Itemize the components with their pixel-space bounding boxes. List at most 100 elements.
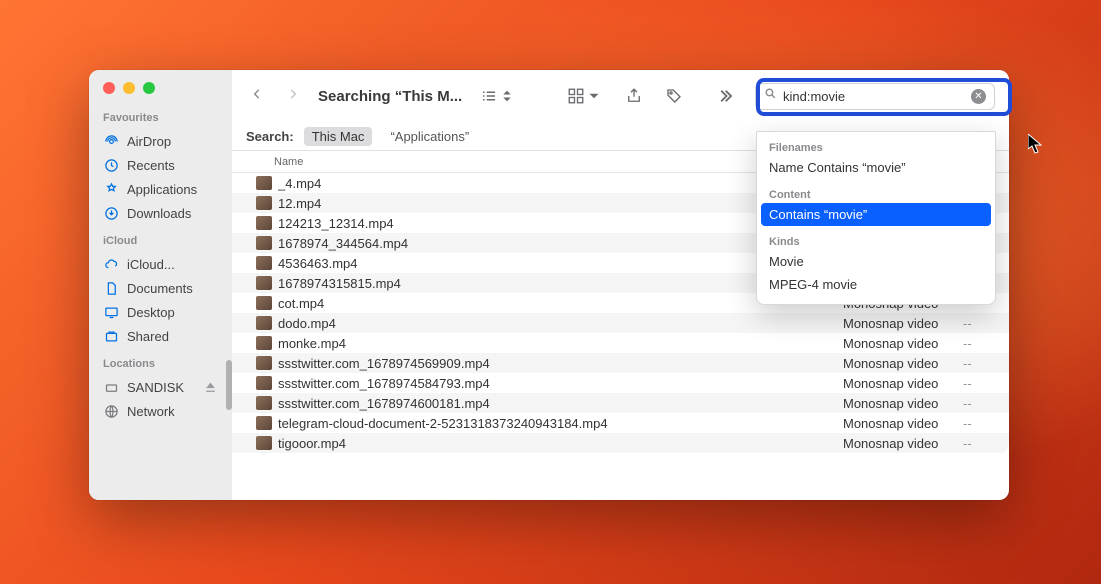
window-title: Searching “This M... (318, 88, 462, 105)
file-name: dodo.mp4 (278, 316, 835, 331)
file-name: 124213_12314.mp4 (278, 216, 835, 231)
search-field[interactable]: ✕ (755, 83, 995, 110)
forward-button[interactable] (282, 85, 304, 108)
search-label: Search: (246, 129, 294, 144)
file-name: tigooor.mp4 (278, 436, 835, 451)
cloud-icon (103, 256, 119, 272)
file-thumbnail-icon (256, 416, 272, 430)
file-row[interactable]: dodo.mp4Monosnap video-- (232, 313, 1009, 333)
file-size: -- (955, 356, 1009, 371)
file-thumbnail-icon (256, 376, 272, 390)
sidebar-item-icloud[interactable]: iCloud... (89, 252, 232, 276)
suggest-item-selected[interactable]: Contains “movie” (761, 203, 991, 226)
toolbar: Searching “This M... ✕ Filenames Name Co… (232, 70, 1009, 122)
file-thumbnail-icon (256, 216, 272, 230)
search-wrapper: ✕ Filenames Name Contains “movie” Conten… (755, 83, 995, 110)
file-name: _4.mp4 (278, 176, 835, 191)
file-thumbnail-icon (256, 276, 272, 290)
sidebar-item-applications[interactable]: Applications (89, 177, 232, 201)
close-button[interactable] (103, 82, 115, 94)
group-icon[interactable] (563, 87, 607, 105)
suggest-item[interactable]: Name Contains “movie” (757, 156, 995, 179)
download-icon (103, 205, 119, 221)
sidebar-item-shared[interactable]: Shared (89, 324, 232, 348)
eject-icon[interactable] (202, 379, 218, 395)
file-size: -- (955, 396, 1009, 411)
file-row[interactable]: ssstwitter.com_1678974569909.mp4Monosnap… (232, 353, 1009, 373)
main-area: Searching “This M... ✕ Filenames Name Co… (232, 70, 1009, 500)
finder-window: Favourites AirDrop Recents Applications … (89, 70, 1009, 500)
column-name[interactable]: Name (232, 156, 835, 168)
file-size: -- (955, 316, 1009, 331)
file-thumbnail-icon (256, 176, 272, 190)
search-input[interactable] (783, 89, 965, 104)
file-kind: Monosnap video (835, 336, 955, 351)
sidebar-item-label: AirDrop (127, 134, 171, 149)
suggest-item[interactable]: MPEG-4 movie (757, 273, 995, 296)
sidebar-item-network[interactable]: Network (89, 399, 232, 423)
apps-icon (103, 181, 119, 197)
tag-icon[interactable] (661, 87, 687, 105)
sidebar-item-sandisk[interactable]: SANDISK (89, 375, 232, 399)
sidebar-section-favourites: Favourites (89, 112, 232, 129)
view-list-icon[interactable] (476, 87, 520, 105)
suggest-item[interactable]: Movie (757, 250, 995, 273)
suggest-group-kinds: Kinds (757, 232, 995, 250)
clear-icon[interactable]: ✕ (971, 89, 986, 104)
file-row[interactable]: telegram-cloud-document-2-52313183732409… (232, 413, 1009, 433)
sidebar-item-desktop[interactable]: Desktop (89, 300, 232, 324)
sidebar-item-label: Applications (127, 182, 197, 197)
desktop-icon (103, 304, 119, 320)
file-thumbnail-icon (256, 396, 272, 410)
file-kind: Monosnap video (835, 316, 955, 331)
file-name: 12.mp4 (278, 196, 835, 211)
sidebar-item-airdrop[interactable]: AirDrop (89, 129, 232, 153)
more-icon[interactable] (715, 87, 741, 105)
sidebar-item-label: Network (127, 404, 175, 419)
window-controls (89, 82, 232, 112)
file-size: -- (955, 436, 1009, 451)
sidebar-item-label: iCloud... (127, 257, 175, 272)
file-thumbnail-icon (256, 296, 272, 310)
file-name: ssstwitter.com_1678974600181.mp4 (278, 396, 835, 411)
file-thumbnail-icon (256, 356, 272, 370)
search-icon (764, 87, 777, 105)
sidebar-item-label: Desktop (127, 305, 175, 320)
sidebar-item-documents[interactable]: Documents (89, 276, 232, 300)
file-name: 1678974315815.mp4 (278, 276, 835, 291)
file-row[interactable]: monke.mp4Monosnap video-- (232, 333, 1009, 353)
suggest-group-content: Content (757, 185, 995, 203)
scope-applications[interactable]: “Applications” (382, 127, 477, 146)
file-row[interactable]: ssstwitter.com_1678974584793.mp4Monosnap… (232, 373, 1009, 393)
scope-this-mac[interactable]: This Mac (304, 127, 373, 146)
sidebar-item-downloads[interactable]: Downloads (89, 201, 232, 225)
file-row[interactable]: tigooor.mp4Monosnap video-- (232, 433, 1009, 453)
clock-icon (103, 157, 119, 173)
sidebar-section-locations: Locations (89, 358, 232, 375)
doc-icon (103, 280, 119, 296)
file-name: monke.mp4 (278, 336, 835, 351)
file-kind: Monosnap video (835, 356, 955, 371)
share-icon[interactable] (621, 87, 647, 105)
search-suggestions: Filenames Name Contains “movie” Content … (756, 131, 996, 305)
file-kind: Monosnap video (835, 436, 955, 451)
back-button[interactable] (246, 85, 268, 108)
minimize-button[interactable] (123, 82, 135, 94)
file-thumbnail-icon (256, 196, 272, 210)
globe-icon (103, 403, 119, 419)
file-name: ssstwitter.com_1678974584793.mp4 (278, 376, 835, 391)
sidebar-item-label: Recents (127, 158, 175, 173)
drive-icon (103, 379, 119, 395)
file-kind: Monosnap video (835, 376, 955, 391)
file-thumbnail-icon (256, 236, 272, 250)
sidebar-item-label: Shared (127, 329, 169, 344)
file-size: -- (955, 376, 1009, 391)
file-row[interactable]: ssstwitter.com_1678974600181.mp4Monosnap… (232, 393, 1009, 413)
sidebar-item-recents[interactable]: Recents (89, 153, 232, 177)
maximize-button[interactable] (143, 82, 155, 94)
file-name: 1678974_344564.mp4 (278, 236, 835, 251)
file-thumbnail-icon (256, 436, 272, 450)
shared-icon (103, 328, 119, 344)
file-name: telegram-cloud-document-2-52313183732409… (278, 416, 835, 431)
suggest-group-filenames: Filenames (757, 138, 995, 156)
